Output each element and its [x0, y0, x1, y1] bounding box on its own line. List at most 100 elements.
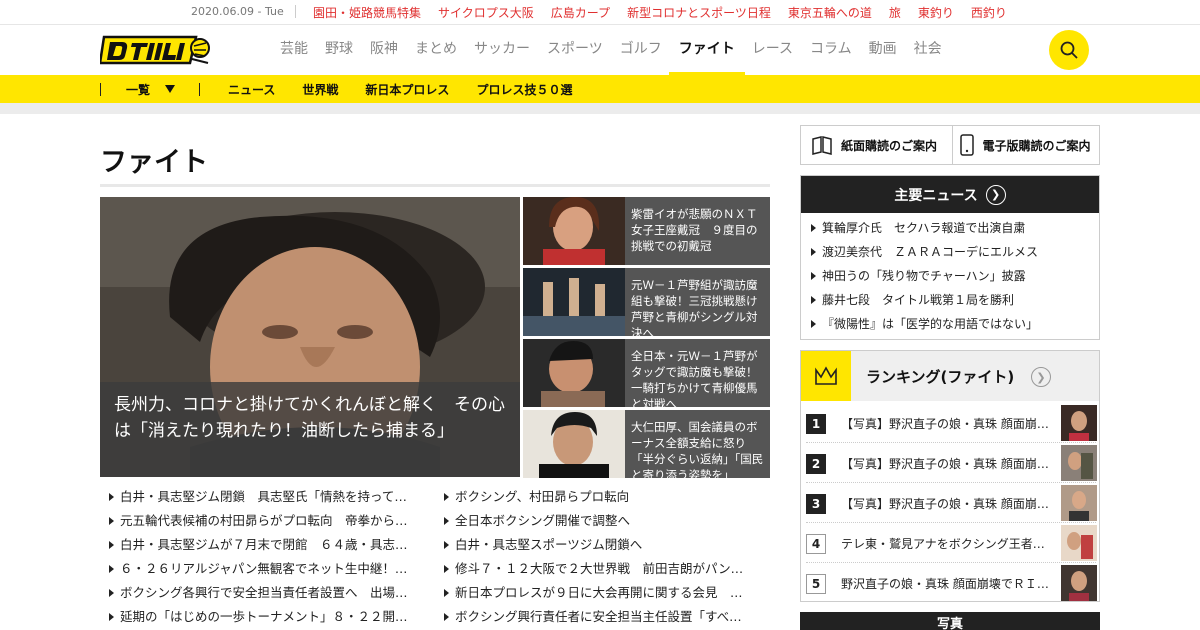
nav-item[interactable]: スポーツ	[547, 25, 603, 75]
news-link[interactable]: 元五輪代表候補の村田昴らがプロ転向 帝拳から…	[109, 512, 419, 536]
sub-nav-link[interactable]: プロレス技５０選	[476, 81, 572, 98]
divider	[199, 83, 200, 96]
list-dropdown[interactable]: 一覧	[126, 81, 150, 98]
nav-item[interactable]: コラム	[810, 25, 852, 75]
sub-nav-link[interactable]: 新日本プロレス	[365, 81, 449, 98]
current-date: 2020.06.09 - Tue	[191, 5, 284, 18]
search-button[interactable]	[1049, 30, 1089, 70]
main-news-header[interactable]: 主要ニュース ❯	[801, 176, 1099, 213]
news-link[interactable]: ボクシング各興行で安全担当責任者設置へ 出場…	[109, 584, 419, 608]
news-link[interactable]: 新日本プロレスが９日に大会再開に関する会見 …	[444, 584, 754, 608]
main-news-box: 主要ニュース ❯ 箕輪厚介氏 セクハラ報道で出演自粛 渡辺美奈代 ＺＡＲＡコーデ…	[800, 175, 1100, 340]
rank-number: 5	[806, 574, 826, 594]
chevron-right-icon: ❯	[1031, 367, 1051, 387]
ranking-item[interactable]: 5 野沢直子の娘・真珠 顔面崩壊でＲＩ…	[806, 563, 1097, 603]
nav-item[interactable]: 野球	[325, 25, 353, 75]
card-thumbnail	[523, 268, 625, 336]
divider	[295, 5, 296, 18]
divider	[100, 83, 101, 96]
title-rule	[100, 184, 770, 187]
main-news-link[interactable]: 『微陽性』は「医学的な用語ではない」	[811, 313, 1099, 337]
main-news-link[interactable]: 箕輪厚介氏 セクハラ報道で出演自粛	[811, 217, 1099, 241]
ranking-box: ランキング(ファイト) ❯ 1 【写真】野沢直子の娘・真珠 顔面崩壊… 2 【写…	[800, 350, 1100, 602]
triangle-down-icon[interactable]	[165, 85, 175, 93]
rank-number: 2	[806, 454, 826, 474]
rank-thumbnail	[1061, 445, 1097, 481]
nav-item-active[interactable]: ファイト	[668, 25, 745, 75]
photo-section-header[interactable]: 写真	[800, 612, 1100, 630]
news-link[interactable]: 延期の「はじめの一歩トーナメント」８・２２開…	[109, 608, 419, 630]
card-thumbnail	[523, 410, 625, 478]
top-link[interactable]: 東京五輪への道	[788, 4, 872, 21]
sub-nav-link[interactable]: 世界戦	[302, 81, 338, 98]
ranking-item[interactable]: 2 【写真】野沢直子の娘・真珠 顔面崩壊…	[806, 443, 1097, 483]
rank-thumbnail	[1061, 485, 1097, 521]
ranking-header[interactable]: ランキング(ファイト) ❯	[801, 351, 1099, 401]
ranking-item[interactable]: 1 【写真】野沢直子の娘・真珠 顔面崩壊…	[806, 403, 1097, 443]
news-link[interactable]: 修斗７・１２大阪で２大世界戦 前田吉朗がパン…	[444, 560, 754, 584]
ranking-item[interactable]: 3 【写真】野沢直子の娘・真珠 顔面崩壊…	[806, 483, 1097, 523]
nav-item[interactable]: 動画	[869, 25, 897, 75]
global-nav: 芸能 野球 阪神 まとめ サッカー スポーツ ゴルフ ファイト レース コラム …	[280, 25, 959, 75]
daily-logo[interactable]	[100, 33, 212, 67]
top-links: 園田・姫路競馬特集 サイクロプス大阪 広島カープ 新型コロナとスポーツ日程 東京…	[313, 4, 1024, 21]
hero-caption[interactable]: 長州力、コロナと掛けてかくれんぼと解く その心は「消えたり現れたり！油断したら捕…	[100, 382, 520, 477]
nav-item[interactable]: 芸能	[280, 25, 308, 75]
top-link[interactable]: サイクロプス大阪	[438, 4, 534, 21]
search-icon	[1060, 41, 1078, 59]
sub-nav-links: ニュース 世界戦 新日本プロレス プロレス技５０選	[228, 81, 599, 98]
nav-item[interactable]: まとめ	[415, 25, 457, 75]
top-link[interactable]: 旅	[889, 4, 901, 21]
hero-article[interactable]: 長州力、コロナと掛けてかくれんぼと解く その心は「消えたり現れたり！油断したら捕…	[100, 197, 520, 477]
news-link[interactable]: ボクシング興行責任者に安全担当主任設置「すべ…	[444, 608, 754, 630]
news-link[interactable]: ボクシング、村田昴らプロ転向	[444, 488, 754, 512]
news-link[interactable]: 白井・具志堅ジムが７月末で閉館 ６４歳・具志…	[109, 536, 419, 560]
crown-icon	[815, 366, 837, 385]
top-link[interactable]: 西釣り	[971, 4, 1007, 21]
subscription-links: 紙面購読のご案内 電子版購読のご案内	[800, 125, 1100, 165]
side-card[interactable]: 紫雷イオが悲願のＮＸＴ女子王座戴冠 ９度目の挑戦での初戴冠	[523, 197, 770, 265]
rank-title: テレ東・鷲見アナをボクシング王者が…	[841, 537, 1053, 551]
top-link[interactable]: 東釣り	[918, 4, 954, 21]
sub-nav: 一覧 ニュース 世界戦 新日本プロレス プロレス技５０選	[0, 75, 1200, 103]
news-link[interactable]: ６・２６リアルジャパン無観客でネット生中継！…	[109, 560, 419, 584]
rank-title: 【写真】野沢直子の娘・真珠 顔面崩壊…	[841, 457, 1053, 471]
news-list-right: ボクシング、村田昴らプロ転向 全日本ボクシング開催で調整へ 白井・具志堅スポーツ…	[444, 488, 754, 630]
news-link[interactable]: 全日本ボクシング開催で調整へ	[444, 512, 754, 536]
main-news-link[interactable]: 渡辺美奈代 ＺＡＲＡコーデにエルメス	[811, 241, 1099, 265]
top-link[interactable]: 新型コロナとスポーツ日程	[627, 4, 771, 21]
paper-subscription-label: 紙面購読のご案内	[841, 138, 938, 153]
card-title: 全日本・元Ｗ－１芦野がタッグで諏訪魔も撃破！一騎打ちかけて青柳優馬と対戦へ	[631, 349, 758, 407]
nav-item[interactable]: 阪神	[370, 25, 398, 75]
paper-subscription-link[interactable]: 紙面購読のご案内	[801, 126, 952, 164]
crown-icon-box	[801, 351, 851, 401]
news-list-left: 白井・具志堅ジム閉鎖 具志堅氏「情熱を持って… 元五輪代表候補の村田昴らがプロ転…	[109, 488, 419, 630]
sub-nav-link[interactable]: ニュース	[228, 81, 275, 98]
top-link[interactable]: 園田・姫路競馬特集	[313, 4, 421, 21]
news-link[interactable]: 白井・具志堅スポーツジム閉鎖へ	[444, 536, 754, 560]
side-card[interactable]: 元Ｗ－１芦野組が諏訪魔組も撃破！三冠挑戦懸け芦野と青柳がシングル対決へ	[523, 268, 770, 336]
rank-thumbnail	[1061, 525, 1097, 561]
main-news-link[interactable]: 藤井七段 タイトル戦第１局を勝利	[811, 289, 1099, 313]
nav-item[interactable]: 社会	[914, 25, 942, 75]
nav-item[interactable]: ゴルフ	[620, 25, 662, 75]
site-header: 芸能 野球 阪神 まとめ サッカー スポーツ ゴルフ ファイト レース コラム …	[0, 25, 1200, 75]
rank-title: 野沢直子の娘・真珠 顔面崩壊でＲＩ…	[841, 577, 1049, 591]
rank-title: 【写真】野沢直子の娘・真珠 顔面崩壊…	[841, 417, 1053, 431]
ranking-item[interactable]: 4 テレ東・鷲見アナをボクシング王者が…	[806, 523, 1097, 563]
card-title: 元Ｗ－１芦野組が諏訪魔組も撃破！三冠挑戦懸け芦野と青柳がシングル対決へ	[631, 278, 758, 336]
nav-item[interactable]: レース	[752, 25, 793, 75]
side-card[interactable]: 大仁田厚、国会議員のボーナス全額支給に怒り「半分ぐらい返納」「国民と寄り添う姿勢…	[523, 410, 770, 478]
card-title: 紫雷イオが悲願のＮＸＴ女子王座戴冠 ９度目の挑戦での初戴冠	[631, 207, 758, 253]
top-bar: 2020.06.09 - Tue 園田・姫路競馬特集 サイクロプス大阪 広島カー…	[0, 0, 1200, 25]
main-news-link[interactable]: 神田うの「残り物でチャーハン」披露	[811, 265, 1099, 289]
digital-subscription-label: 電子版購読のご案内	[982, 138, 1091, 153]
news-link[interactable]: 白井・具志堅ジム閉鎖 具志堅氏「情熱を持って…	[109, 488, 419, 512]
side-card[interactable]: 全日本・元Ｗ－１芦野がタッグで諏訪魔も撃破！一騎打ちかけて青柳優馬と対戦へ	[523, 339, 770, 407]
top-link[interactable]: 広島カープ	[551, 4, 610, 21]
main-news-title: 主要ニュース	[894, 187, 978, 204]
gray-band	[0, 103, 1200, 114]
nav-item[interactable]: サッカー	[474, 25, 530, 75]
digital-subscription-link[interactable]: 電子版購読のご案内	[951, 126, 1100, 164]
ranking-title: ランキング(ファイト)	[866, 368, 1015, 386]
